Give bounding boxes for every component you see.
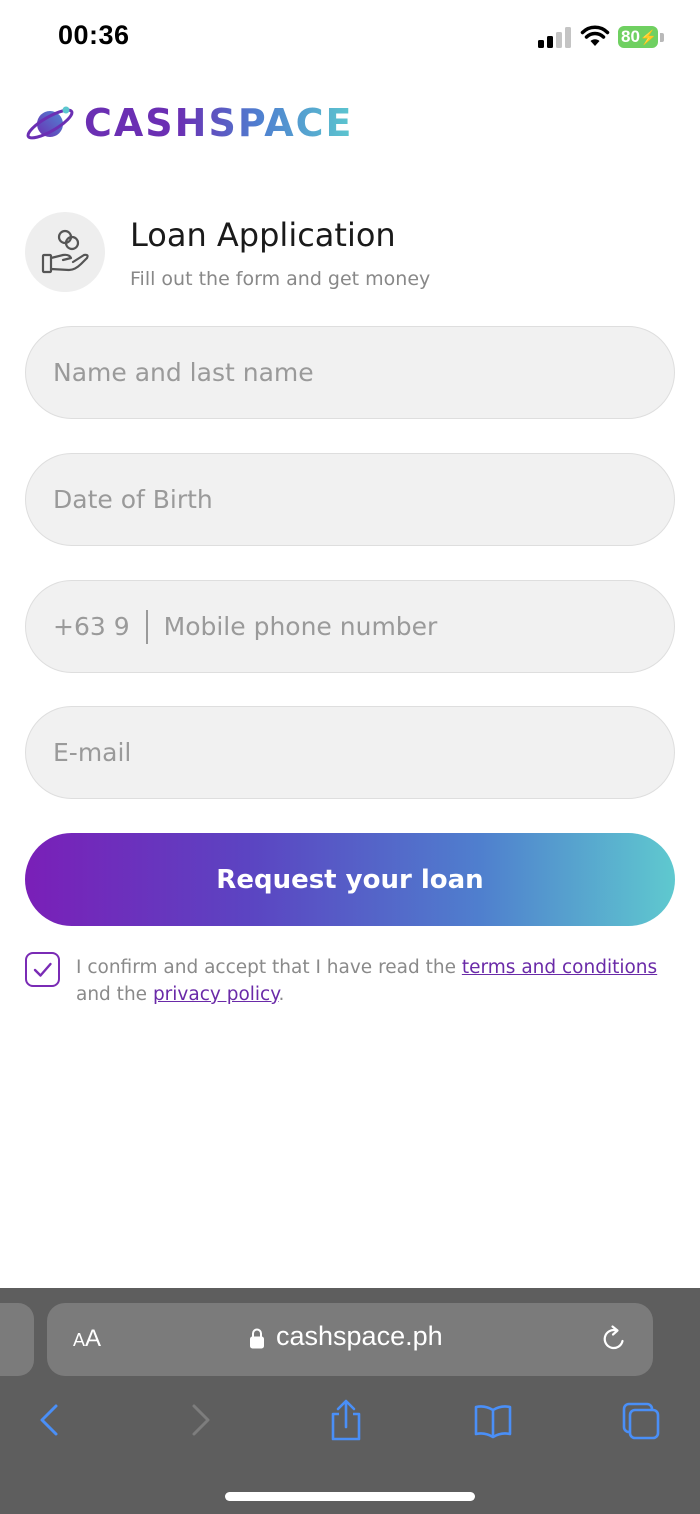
battery-icon: 80⚡ [618, 24, 664, 50]
page-title: Loan Application [130, 216, 396, 254]
terms-link[interactable]: terms and conditions [462, 957, 657, 978]
share-icon[interactable] [326, 1398, 366, 1442]
consent-text: I confirm and accept that I have read th… [76, 954, 676, 1008]
status-bar: 00:36 80⚡ [0, 0, 700, 76]
previous-tab-edge[interactable] [0, 1303, 34, 1376]
request-loan-button[interactable]: Request your loan [25, 833, 675, 926]
dob-field-placeholder: Date of Birth [53, 485, 213, 514]
bookmarks-icon[interactable] [473, 1398, 513, 1442]
reload-icon[interactable] [599, 1324, 629, 1354]
text-size-large-a: A [85, 1325, 102, 1352]
battery-level: 80 [621, 27, 640, 46]
text-size-small-a: A [73, 1330, 86, 1350]
consent-text-part: . [278, 984, 285, 1005]
address-bar[interactable]: AA cashspace.ph [47, 1303, 653, 1376]
mobile-phone-field[interactable]: +63 9 Mobile phone number [25, 580, 675, 673]
planet-logo-icon [26, 106, 74, 140]
phone-field-placeholder: Mobile phone number [163, 612, 438, 641]
email-field-placeholder: E-mail [53, 738, 132, 767]
lock-icon [250, 1328, 264, 1349]
cellular-signal-icon [538, 26, 572, 48]
email-field[interactable]: E-mail [25, 706, 675, 799]
tabs-icon[interactable] [621, 1398, 661, 1442]
phone-divider [145, 609, 148, 644]
consent-text-part: I confirm and accept that I have read th… [76, 957, 462, 978]
brand-name: CASHSPACE [84, 101, 354, 145]
phone-country-prefix: +63 9 [53, 612, 130, 641]
browser-toolbar: AA cashspace.ph [0, 1288, 700, 1514]
name-field-placeholder: Name and last name [53, 358, 314, 387]
date-of-birth-field[interactable]: Date of Birth [25, 453, 675, 546]
hand-coins-icon [25, 212, 105, 292]
consent-checkbox[interactable] [25, 952, 60, 987]
status-time: 00:36 [58, 20, 130, 50]
privacy-policy-link[interactable]: privacy policy [153, 984, 279, 1005]
text-size-button[interactable]: AA [73, 1325, 101, 1353]
consent-text-part: and the [76, 984, 153, 1005]
back-icon[interactable] [30, 1398, 70, 1442]
home-indicator[interactable] [225, 1492, 475, 1501]
browser-nav-row [0, 1390, 700, 1450]
checkmark-icon [33, 962, 52, 977]
url-text: cashspace.ph [276, 1321, 443, 1351]
brand-logo[interactable]: CASHSPACE [24, 98, 353, 148]
forward-icon[interactable] [180, 1398, 220, 1442]
name-field[interactable]: Name and last name [25, 326, 675, 419]
wifi-icon [580, 25, 610, 46]
page-subtitle: Fill out the form and get money [130, 268, 431, 290]
